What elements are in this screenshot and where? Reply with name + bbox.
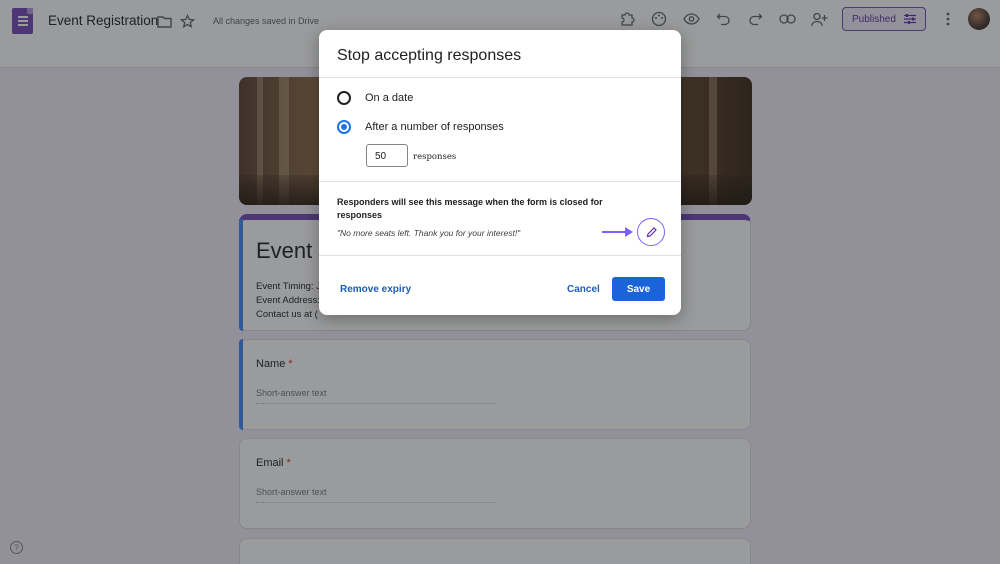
dialog-title: Stop accepting responses	[337, 47, 522, 64]
cancel-button[interactable]: Cancel	[567, 284, 600, 295]
arrow-right-icon	[602, 227, 633, 237]
radio-button[interactable]	[337, 91, 351, 105]
divider	[319, 255, 681, 256]
divider	[319, 77, 681, 78]
remove-expiry-button[interactable]: Remove expiry	[340, 284, 411, 295]
pencil-icon	[646, 226, 657, 237]
closed-message-text: "No more seats left. Thank you for your …	[337, 228, 521, 238]
option-on-date[interactable]: On a date	[337, 91, 413, 105]
response-count-unit: responses	[413, 152, 457, 162]
option-after-responses[interactable]: After a number of responses	[337, 120, 504, 134]
radio-button-selected[interactable]	[337, 120, 351, 134]
option-label: After a number of responses	[365, 121, 504, 133]
response-count-input[interactable]: 50	[366, 144, 408, 167]
divider	[319, 181, 681, 182]
closed-message-heading: Responders will see this message when th…	[337, 197, 603, 220]
save-button[interactable]: Save	[612, 277, 665, 301]
option-label: On a date	[365, 92, 414, 104]
edit-message-button[interactable]	[637, 218, 665, 246]
stop-accepting-dialog: Stop accepting responses On a date After…	[319, 30, 681, 315]
